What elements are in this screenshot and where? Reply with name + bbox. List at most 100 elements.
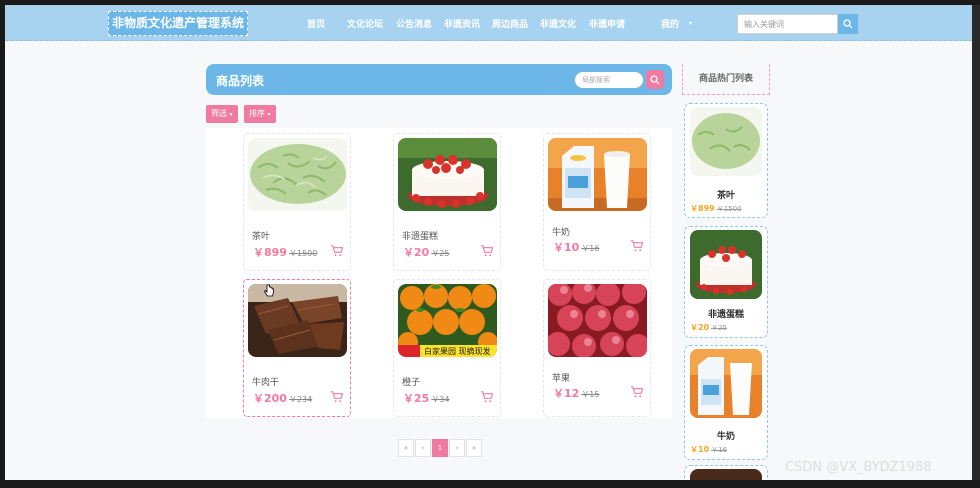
- product-card-orange[interactable]: 白家果园 现摘现发 橙子 ￥25 ￥34: [393, 279, 501, 417]
- product-image-beef-jerky[interactable]: [248, 284, 347, 357]
- product-price: ￥200 ￥234: [253, 390, 312, 406]
- global-search-button[interactable]: [838, 14, 858, 34]
- nav-notice[interactable]: 公告消息: [396, 5, 432, 41]
- price-value: ￥899: [253, 246, 287, 259]
- cart-icon[interactable]: [480, 390, 493, 403]
- page-first-button[interactable]: «: [398, 439, 414, 457]
- filter-label: 筛选: [211, 109, 227, 118]
- page-prev-button[interactable]: ‹: [415, 439, 431, 457]
- hot-item-name: 非遗蛋糕: [707, 310, 744, 320]
- price-value: ￥10: [553, 241, 580, 254]
- page-last-button[interactable]: »: [466, 439, 482, 457]
- product-name: 牛肉干: [252, 378, 280, 388]
- nav-culture[interactable]: 非遗文化: [540, 5, 576, 41]
- nav-news[interactable]: 非遗资讯: [444, 5, 480, 41]
- product-image-apple[interactable]: [548, 284, 647, 357]
- product-image-orange[interactable]: 白家果园 现摘现发: [398, 284, 497, 357]
- cart-icon[interactable]: [330, 390, 343, 403]
- site-logo[interactable]: 非物质文化遗产管理系统: [108, 11, 249, 36]
- sort-label: 排序: [249, 109, 265, 118]
- hot-item-partial[interactable]: [684, 465, 768, 480]
- price-value: ￥12: [553, 387, 580, 400]
- product-list-section: 商品列表 局部搜索 筛选 ▾ 排序 ▾ 茶叶 ￥899 ￥1500 非遗蛋糕 ￥…: [206, 64, 672, 418]
- nav-products-label[interactable]: 周边商品: [492, 17, 528, 30]
- product-image-cake[interactable]: [398, 138, 497, 211]
- hot-item-name: 牛奶: [716, 432, 735, 442]
- old-price: ￥34: [431, 395, 450, 404]
- local-search-button[interactable]: [646, 70, 664, 89]
- product-list-header: 商品列表 局部搜索: [206, 64, 672, 95]
- price-value: ￥25: [403, 392, 430, 405]
- search-icon: [843, 19, 853, 29]
- hot-item-price: ￥20 ￥25: [690, 322, 727, 333]
- nav-apply[interactable]: 非遗申请: [589, 5, 625, 41]
- hot-item-image-milk[interactable]: [690, 349, 762, 418]
- product-card-milk[interactable]: 牛奶 ￥10 ￥16: [543, 133, 651, 271]
- cart-icon[interactable]: [630, 385, 643, 398]
- nav-apply-label[interactable]: 非遗申请: [589, 17, 625, 30]
- price-value: ￥200: [253, 392, 287, 405]
- nav-forum-label[interactable]: 文化论坛: [347, 17, 383, 30]
- hot-item-image-partial[interactable]: [690, 469, 762, 480]
- nav-forum[interactable]: 文化论坛: [347, 5, 383, 41]
- hot-products-sidebar: 商品热门列表 茶叶 ￥899 ￥1500 非遗蛋糕 ￥20 ￥25 牛奶 ￥10…: [682, 64, 770, 480]
- old-price: ￥16: [581, 244, 600, 253]
- product-card-beef-jerky[interactable]: 牛肉干 ￥200 ￥234: [243, 279, 351, 417]
- product-list-title: 商品列表: [216, 74, 265, 88]
- hand-cursor-icon: [264, 284, 274, 297]
- top-navbar: 非物质文化遗产管理系统 首页 文化论坛 公告消息 非遗资讯 周边商品 非遗文化 …: [5, 5, 972, 41]
- cart-icon[interactable]: [330, 244, 343, 257]
- hot-item-price: ￥899 ￥1500: [690, 203, 742, 214]
- product-price: ￥10 ￥16: [553, 239, 600, 255]
- global-search-input[interactable]: 输入关键词: [737, 14, 838, 34]
- filter-dropdown[interactable]: 筛选 ▾: [206, 105, 238, 123]
- nav-products[interactable]: 周边商品: [492, 5, 528, 41]
- page-next-button[interactable]: ›: [449, 439, 465, 457]
- product-name: 牛奶: [552, 228, 571, 238]
- page-scrollbar[interactable]: [972, 5, 980, 480]
- user-menu-label[interactable]: 我的: [661, 17, 679, 30]
- product-price: ￥12 ￥15: [553, 385, 600, 401]
- old-price: ￥1500: [716, 205, 742, 213]
- product-image-tea[interactable]: [248, 138, 347, 211]
- hot-item-image-cake[interactable]: [690, 230, 762, 299]
- nav-notice-label[interactable]: 公告消息: [396, 17, 432, 30]
- watermark: CSDN @VX_BYDZ1988: [785, 460, 932, 475]
- sort-dropdown[interactable]: 排序 ▾: [244, 105, 276, 123]
- price-value: ￥10: [690, 445, 710, 454]
- old-price: ￥25: [431, 249, 450, 258]
- old-price: ￥234: [288, 395, 313, 404]
- pagination: « ‹ 1 › »: [398, 439, 483, 457]
- old-price: ￥1500: [288, 249, 318, 258]
- local-search-input[interactable]: 局部搜索: [575, 72, 643, 88]
- orange-banner-text: 白家果园 现摘现发: [424, 346, 491, 356]
- product-price: ￥20 ￥25: [403, 244, 450, 260]
- nav-home-label[interactable]: 首页: [307, 17, 325, 30]
- nav-culture-label[interactable]: 非遗文化: [540, 17, 576, 30]
- product-card-cake[interactable]: 非遗蛋糕 ￥20 ￥25: [393, 133, 501, 271]
- product-name: 非遗蛋糕: [402, 232, 439, 242]
- product-card-apple[interactable]: 苹果 ￥12 ￥15: [543, 279, 651, 417]
- cart-icon[interactable]: [630, 239, 643, 252]
- hot-item-name: 茶叶: [716, 191, 735, 201]
- user-menu[interactable]: 我的 ▾: [661, 5, 692, 41]
- nav-news-label[interactable]: 非遗资讯: [444, 17, 480, 30]
- nav-home[interactable]: 首页: [307, 5, 325, 41]
- page-1-button[interactable]: 1: [432, 439, 448, 457]
- price-value: ￥20: [403, 246, 430, 259]
- hot-item-tea[interactable]: 茶叶 ￥899 ￥1500: [684, 103, 768, 218]
- old-price: ￥16: [711, 446, 728, 454]
- caret-down-icon: ▾: [229, 111, 233, 118]
- product-image-milk[interactable]: [548, 138, 647, 211]
- search-icon: [650, 74, 660, 84]
- product-card-tea[interactable]: 茶叶 ￥899 ￥1500: [243, 133, 351, 271]
- cart-icon[interactable]: [480, 244, 493, 257]
- old-price: ￥25: [711, 324, 728, 332]
- hot-item-cake[interactable]: 非遗蛋糕 ￥20 ￥25: [684, 226, 768, 338]
- hot-item-milk[interactable]: 牛奶 ￥10 ￥16: [684, 345, 768, 460]
- product-price: ￥25 ￥34: [403, 390, 450, 406]
- old-price: ￥15: [581, 390, 600, 399]
- hot-item-price: ￥10 ￥16: [690, 444, 727, 455]
- hot-item-image-tea[interactable]: [690, 107, 762, 176]
- product-name: 橙子: [402, 378, 421, 388]
